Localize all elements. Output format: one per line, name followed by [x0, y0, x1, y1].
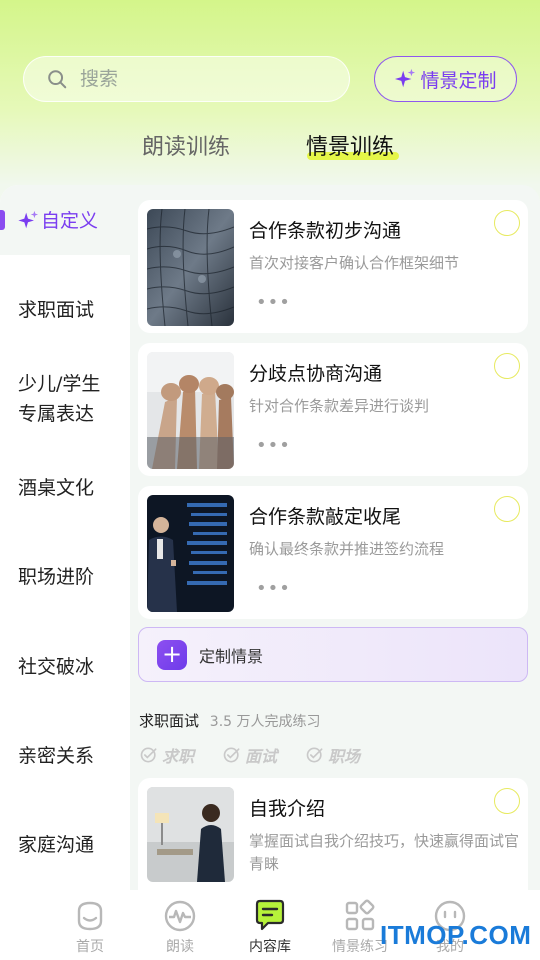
check-badge-icon [140, 747, 157, 763]
plus-icon: + [157, 639, 187, 670]
scene-custom-label: 情景定制 [420, 69, 497, 92]
presenter-image [147, 495, 234, 612]
tag-label: 求职 [162, 747, 195, 766]
select-radio[interactable] [494, 210, 520, 236]
make-scene-button[interactable]: + 定制情景 [138, 627, 528, 682]
scene-card[interactable]: 合作条款敲定收尾 确认最终条款并推进签约流程 ••• [138, 486, 528, 619]
card-title: 合作条款敲定收尾 [249, 506, 402, 528]
select-radio[interactable] [494, 353, 520, 379]
smile-face-icon [77, 901, 103, 931]
sidebar-item-custom[interactable]: 自定义 [0, 185, 130, 255]
search-icon [48, 70, 67, 89]
sidebar-item-drinking-culture[interactable]: 酒桌文化 [18, 473, 94, 503]
nav-label: 首页 [76, 939, 104, 955]
card-title: 自我介绍 [249, 798, 326, 820]
section-title: 求职面试 [139, 712, 200, 730]
section-header: 求职面试 3.5 万人完成练习 [139, 710, 321, 731]
tag-item: 求职 [139, 743, 194, 767]
card-title: 分歧点协商沟通 [249, 363, 383, 385]
grid-apps-icon [345, 899, 375, 931]
search-input[interactable] [80, 68, 320, 90]
search-bar[interactable] [23, 56, 350, 102]
select-radio[interactable] [494, 788, 520, 814]
tag-item: 面试 [222, 743, 277, 767]
more-icon[interactable]: ••• [256, 435, 291, 456]
more-icon[interactable]: ••• [256, 578, 291, 599]
active-indicator [0, 210, 5, 230]
sparkle-icon [395, 68, 416, 88]
sidebar-item-family[interactable]: 家庭沟通 [18, 830, 94, 860]
scene-card[interactable]: 分歧点协商沟通 针对合作条款差异进行谈判 ••• [138, 343, 528, 476]
chat-bubble-icon [255, 899, 285, 931]
sidebar-item-social-icebreak[interactable]: 社交破冰 [18, 652, 94, 682]
card-title: 合作条款初步沟通 [249, 220, 402, 242]
scene-list: 合作条款初步沟通 首次对接客户确认合作框架细节 ••• 分歧点协商沟通 针对合作… [130, 185, 540, 890]
nav-read[interactable]: 朗读 [140, 898, 220, 956]
nav-label: 内容库 [249, 939, 291, 955]
tab-reading-training[interactable]: 朗读训练 [142, 130, 230, 166]
card-description: 首次对接客户确认合作框架细节 [249, 254, 460, 272]
section-count: 3.5 万人完成练习 [209, 714, 321, 730]
sidebar-item-job-interview[interactable]: 求职面试 [18, 295, 94, 325]
puzzle-image [147, 209, 234, 326]
waveform-icon [164, 900, 196, 932]
nav-label: 朗读 [166, 939, 194, 955]
sparkle-icon [18, 210, 39, 228]
card-description: 针对合作条款差异进行谈判 [249, 397, 430, 415]
card-description: 确认最终条款并推进签约流程 [249, 540, 445, 558]
tab-scene-training[interactable]: 情景训练 [306, 130, 394, 166]
tag-label: 职场 [328, 747, 361, 766]
sidebar-item-career-advance[interactable]: 职场进阶 [18, 562, 94, 592]
select-radio[interactable] [494, 496, 520, 522]
tag-label: 面试 [245, 747, 278, 766]
sidebar-item-intimate[interactable]: 亲密关系 [18, 741, 94, 771]
category-sidebar: 自定义 求职面试 少儿/学生 专属表达 酒桌文化 职场进阶 社交破冰 亲密关系 … [0, 185, 130, 890]
fist-bump-image [147, 352, 234, 469]
make-scene-label: 定制情景 [199, 646, 264, 666]
sidebar-item-student-expression[interactable]: 少儿/学生 专属表达 [18, 369, 100, 429]
check-badge-icon [306, 747, 323, 763]
tag-row: 求职 面试 职场 [139, 743, 388, 767]
more-icon[interactable]: ••• [256, 292, 291, 313]
card-description: 掌握面试自我介绍技巧，快速赢得面试官青睐 [249, 832, 520, 873]
watermark: ITMOP.COM [380, 920, 532, 950]
tag-item: 职场 [305, 743, 360, 767]
interview-image [147, 787, 234, 882]
nav-home[interactable]: 首页 [50, 898, 130, 956]
check-badge-icon [223, 747, 240, 763]
scene-card[interactable]: 合作条款初步沟通 首次对接客户确认合作框架细节 ••• [138, 200, 528, 333]
nav-content-library[interactable]: 内容库 [230, 898, 310, 956]
scene-custom-button[interactable]: 情景定制 [374, 56, 517, 102]
sidebar-item-label: 自定义 [41, 210, 99, 232]
scene-card-self-intro[interactable]: 自我介绍 掌握面试自我介绍技巧，快速赢得面试官青睐 [138, 778, 528, 890]
